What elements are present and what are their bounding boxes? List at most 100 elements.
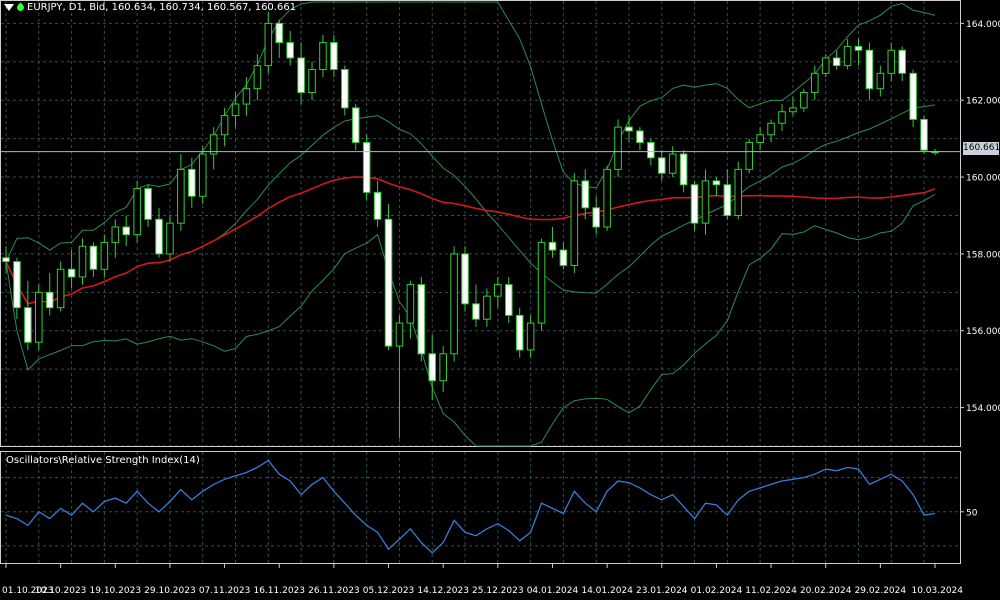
- candle-body: [483, 295, 491, 320]
- candle-body: [78, 245, 87, 278]
- candle-body: [450, 253, 458, 355]
- rsi-line: [5, 459, 936, 554]
- candle-body: [89, 245, 98, 270]
- price-grid: [1, 1, 960, 447]
- candle-body: [253, 65, 262, 90]
- candle-body: [920, 118, 928, 151]
- candle-body: [821, 57, 830, 74]
- candle-body: [286, 42, 294, 59]
- candle-body: [909, 72, 917, 120]
- candle-body: [494, 284, 502, 297]
- candle-body: [581, 180, 590, 209]
- candle-body: [13, 261, 21, 309]
- candle-body: [45, 291, 54, 309]
- x-tick-label: 26.11.2023: [308, 586, 360, 596]
- price-axis: 164.000 162.000 160.000 158.000 156.000 154.0…: [960, 20, 1000, 414]
- candle-body: [701, 180, 710, 224]
- x-tick-label: 23.01.2024: [636, 586, 688, 596]
- candle-body: [297, 57, 305, 94]
- candle-body: [330, 42, 338, 70]
- symbol-info[interactable]: EURJPY, D1, Bid, 160.634, 160.734, 160.5…: [4, 2, 296, 13]
- candle-body: [472, 303, 480, 320]
- candle-body: [810, 72, 819, 94]
- x-tick-label: 25.12.2023: [472, 586, 524, 596]
- candle-body: [351, 107, 360, 143]
- rsi-grid: [1, 452, 960, 563]
- candlesticks: [2, 11, 939, 439]
- candle-body: [789, 107, 797, 113]
- candle-body: [373, 191, 382, 220]
- candle-body: [242, 88, 251, 105]
- y-tick-label: 162.000: [966, 97, 1000, 107]
- candle-body: [537, 241, 546, 324]
- price-pane-frame: [0, 0, 961, 447]
- candle-body: [745, 141, 753, 170]
- bollinger-upper-band: [5, 1, 936, 262]
- green-drop-icon: [15, 2, 26, 13]
- y-tick-label: 158.000: [966, 250, 1000, 260]
- y-tick-label: 160.000: [966, 174, 1000, 184]
- bollinger-lower-band: [5, 193, 936, 447]
- candle-body: [778, 111, 786, 124]
- candle-body: [461, 253, 469, 305]
- candle-body: [504, 284, 513, 316]
- candle-body: [657, 157, 666, 174]
- candle-body: [439, 353, 447, 382]
- x-tick-label: 16.11.2023: [253, 586, 305, 596]
- candle-body: [188, 168, 196, 197]
- candle-body: [625, 126, 633, 132]
- candle-body: [592, 207, 600, 228]
- y-tick-label: 154.000: [966, 404, 1000, 414]
- candle-body: [133, 188, 141, 236]
- x-tick-label: 29.10.2023: [144, 586, 196, 596]
- rsi-pane-frame: [0, 451, 961, 564]
- candle-body: [24, 307, 32, 343]
- candle-body: [155, 218, 163, 255]
- y-tick-label: 156.000: [966, 327, 1000, 337]
- time-axis: 01.10.202310.10.2023 19.10.2023 29.10.2023…: [2, 564, 963, 596]
- candle-body: [111, 226, 120, 243]
- candle-body: [548, 241, 557, 251]
- candle-body: [843, 45, 852, 67]
- x-tick-label: 01.02.2024: [691, 586, 743, 596]
- x-tick-label: 10.03.2024: [911, 586, 963, 596]
- candle-body: [723, 184, 732, 216]
- dropdown-triangle-icon[interactable]: [4, 4, 14, 11]
- candle-body: [35, 291, 43, 343]
- x-tick-label: 14.12.2023: [417, 586, 469, 596]
- candle-body: [767, 122, 775, 136]
- candle-body: [198, 153, 207, 197]
- candle-body: [100, 241, 109, 270]
- x-tick-label: 07.11.2023: [199, 586, 251, 596]
- candle-body: [177, 168, 185, 224]
- y-tick-label: 164.000: [966, 20, 1000, 30]
- candle-body: [428, 353, 437, 382]
- candle-body: [341, 68, 349, 109]
- indicator-title: Oscillators\Relative Strength Index(14): [6, 455, 200, 466]
- x-tick-label: 14.01.2024: [581, 586, 633, 596]
- candle-body: [647, 141, 655, 159]
- candle-body: [636, 130, 644, 143]
- bollinger-bands: [5, 1, 936, 447]
- candle-body: [614, 126, 622, 170]
- candle-body: [209, 134, 218, 155]
- candle-body: [800, 92, 808, 109]
- candle-body: [264, 22, 273, 67]
- x-tick-label: 04.01.2024: [527, 586, 579, 596]
- rsi-tick-label: 50: [966, 508, 978, 518]
- x-tick-label: 10.10.2023: [35, 586, 87, 596]
- x-tick-label: 29.02.2024: [855, 586, 907, 596]
- candle-body: [887, 49, 896, 74]
- candle-body: [144, 188, 152, 220]
- candle-body: [417, 284, 426, 355]
- rsi-axis: 50: [960, 508, 978, 518]
- candle-body: [603, 168, 611, 228]
- candle-body: [515, 314, 524, 351]
- candle-body: [362, 141, 371, 193]
- trading-chart[interactable]: 164.000 162.000 160.000 158.000 156.000 154.0…: [0, 0, 1000, 600]
- x-tick-label: 11.02.2024: [745, 586, 797, 596]
- candle-body: [67, 268, 76, 278]
- candle-body: [712, 180, 721, 186]
- candle-body: [570, 180, 579, 266]
- candle-body: [865, 49, 874, 90]
